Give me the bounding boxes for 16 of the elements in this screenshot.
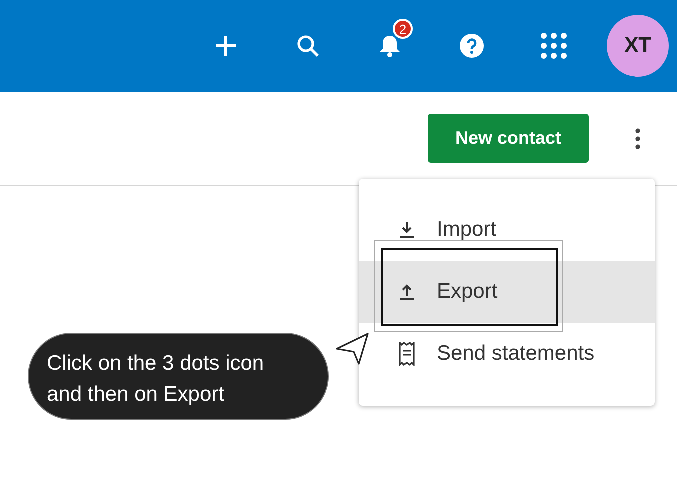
receipt-icon	[399, 342, 415, 366]
user-avatar[interactable]: XT	[607, 15, 669, 77]
notification-badge: 2	[393, 19, 413, 39]
more-icon	[635, 128, 641, 150]
new-contact-button[interactable]: New contact	[428, 114, 589, 163]
search-icon	[297, 35, 319, 57]
menu-item[interactable]: Import	[359, 199, 655, 261]
upload-icon	[399, 283, 415, 301]
bell-icon	[379, 34, 401, 58]
plus-icon	[215, 35, 237, 57]
grid-icon	[539, 31, 569, 61]
notifications-button[interactable]: 2	[349, 21, 431, 71]
menu-item[interactable]: Export	[359, 261, 655, 323]
download-icon	[399, 221, 415, 239]
help-icon	[460, 34, 484, 58]
instruction-callout: Click on the 3 dots icon and then on Export	[28, 333, 329, 420]
